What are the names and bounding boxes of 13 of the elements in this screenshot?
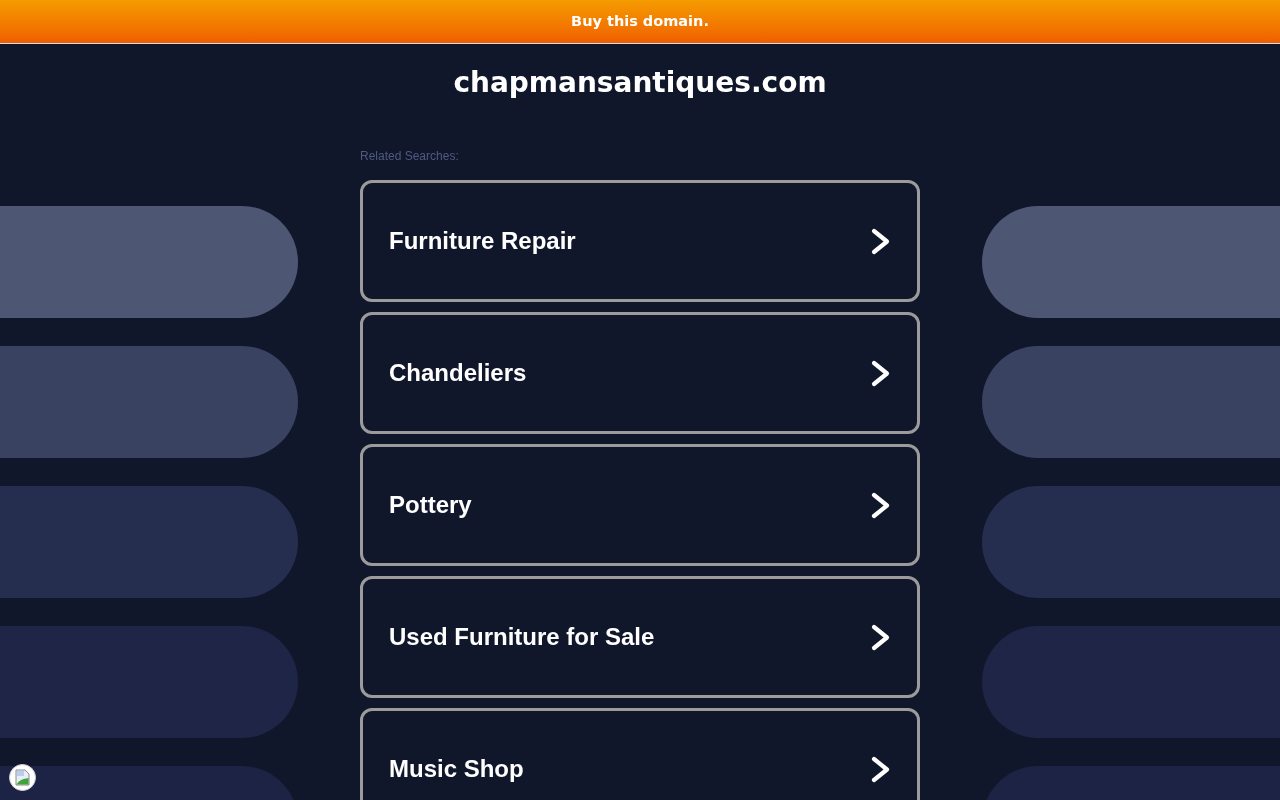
related-searches-heading: Related Searches: xyxy=(360,148,459,164)
related-search-link[interactable]: Music Shop xyxy=(360,708,920,800)
chevron-right-icon xyxy=(871,359,890,387)
broken-image-icon xyxy=(9,764,36,791)
chevron-right-icon xyxy=(871,491,890,519)
related-search-link[interactable]: Furniture Repair xyxy=(360,180,920,302)
chevron-right-icon xyxy=(871,755,890,783)
chevron-right-icon xyxy=(871,227,890,255)
related-search-link[interactable]: Chandeliers xyxy=(360,312,920,434)
related-search-link[interactable]: Used Furniture for Sale xyxy=(360,576,920,698)
site-title: chapmansantiques.com xyxy=(452,65,828,101)
chevron-right-icon xyxy=(871,623,890,651)
related-search-link[interactable]: Pottery xyxy=(360,444,920,566)
